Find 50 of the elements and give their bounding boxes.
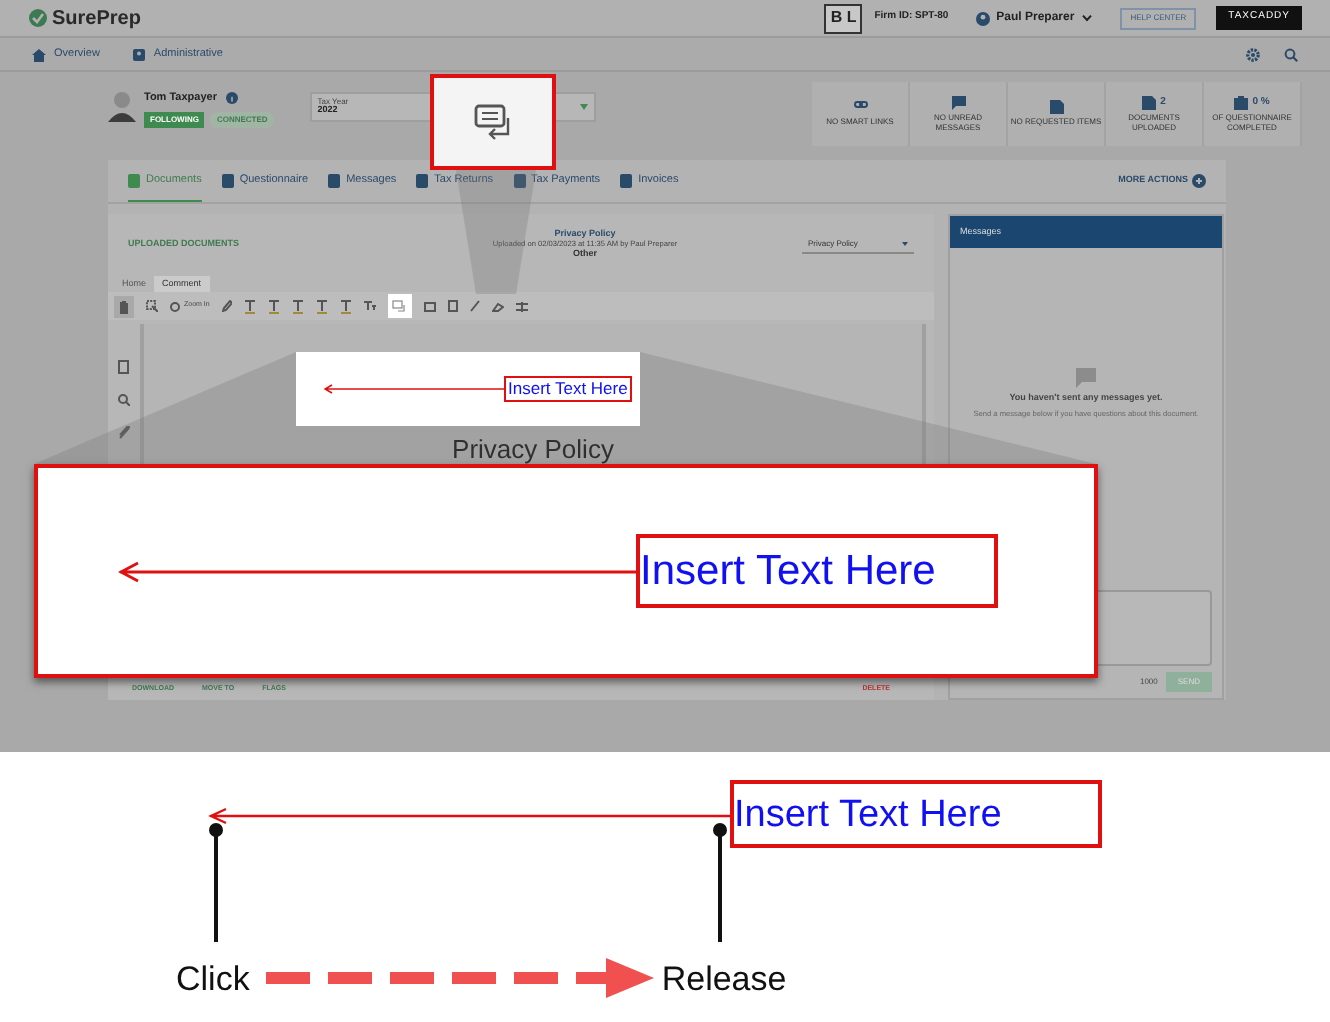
release-point-line [712, 822, 728, 942]
comment-reply-icon [473, 103, 513, 141]
caret-icon [902, 241, 908, 245]
page-heading: Privacy Policy [452, 436, 614, 462]
plus-circle-icon [1192, 174, 1206, 188]
firm-logo: B L [824, 3, 863, 33]
document-icon [513, 174, 526, 188]
person-avatar-icon [108, 90, 136, 122]
pen-icon [221, 300, 232, 312]
search-icon [1284, 47, 1298, 61]
text-box-icon [363, 300, 376, 312]
click-point-line [208, 822, 224, 942]
text-box: Insert Text Here [504, 376, 632, 402]
id-card-icon [131, 47, 146, 61]
document-icon [1049, 100, 1063, 115]
text-format-icon [315, 299, 328, 313]
comment-icon [392, 300, 407, 312]
user-icon [976, 11, 991, 25]
text-format-icon [267, 299, 280, 313]
document-icon [221, 174, 234, 188]
settings-icon [1246, 47, 1260, 61]
document-icon [416, 174, 429, 188]
document-icon [620, 174, 633, 188]
logo-text: SurePrep [52, 5, 141, 33]
clipboard-icon [1234, 95, 1249, 110]
chevron-down-icon [1082, 14, 1093, 22]
home-icon [32, 47, 46, 61]
image-icon [423, 301, 436, 311]
text-box: Insert Text Here [636, 534, 998, 608]
document-icon [128, 173, 140, 187]
text-box: Insert Text Here [730, 780, 1102, 848]
comment-tool-button[interactable] [387, 294, 412, 318]
text-format-icon [339, 299, 352, 313]
info-icon [226, 92, 239, 105]
pages-icon [118, 360, 130, 374]
document-icon [328, 174, 341, 188]
select-icon [146, 300, 158, 312]
eraser-icon [491, 301, 504, 311]
release-label: Release [661, 961, 787, 995]
text-format-icon [291, 299, 304, 313]
click-label: Click [176, 961, 250, 995]
search-icon [118, 394, 130, 406]
page-icon [447, 300, 458, 312]
chat-icon [951, 95, 965, 110]
check-logo-icon [28, 8, 48, 28]
caret-icon [579, 104, 588, 110]
chat-icon [1076, 368, 1096, 388]
text-format-icon [243, 299, 256, 313]
document-icon [1142, 95, 1157, 110]
pencil-icon [469, 300, 480, 312]
